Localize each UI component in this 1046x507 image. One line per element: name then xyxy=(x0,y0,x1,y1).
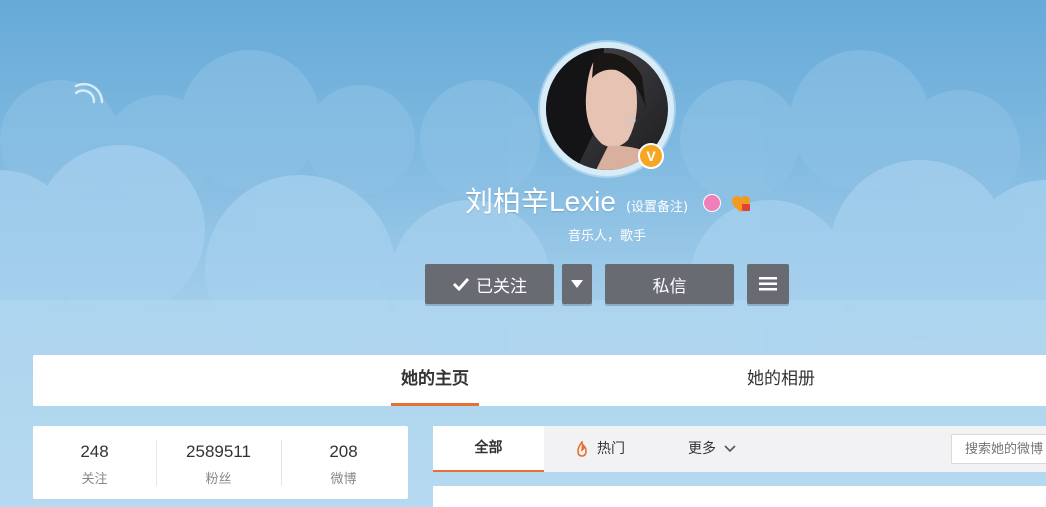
stat-value: 208 xyxy=(329,442,358,461)
hamburger-icon xyxy=(759,277,777,291)
caret-down-icon xyxy=(571,280,583,288)
set-remark-link[interactable]: (设置备注) xyxy=(626,196,688,215)
profile-stats: 248 关注 2589511 粉丝 208 微博 xyxy=(33,426,408,499)
profile-bio: 音乐人，歌手 xyxy=(567,229,646,244)
more-menu-button[interactable] xyxy=(747,264,789,304)
tab-more-label: 更多 xyxy=(688,441,716,457)
tab-more[interactable]: 更多 xyxy=(688,426,736,472)
tab-hot-label: 热门 xyxy=(597,441,625,457)
stat-value: 2589511 xyxy=(186,442,251,461)
stat-following[interactable]: 248 关注 xyxy=(33,426,156,499)
tab-home[interactable]: 她的主页 xyxy=(391,355,479,406)
following-button[interactable]: 已关注 xyxy=(425,264,554,304)
message-label: 私信 xyxy=(652,276,687,297)
follow-options-button[interactable] xyxy=(562,264,592,304)
tab-album[interactable]: 她的相册 xyxy=(733,355,829,406)
profile-header: 刘柏辛Lexie (设置备注) xyxy=(465,180,688,220)
check-icon xyxy=(452,277,470,291)
stat-label: 微博 xyxy=(330,472,357,487)
feed-card xyxy=(433,486,1046,507)
search-input[interactable] xyxy=(951,434,1046,464)
stat-label: 粉丝 xyxy=(205,472,232,487)
stat-label: 关注 xyxy=(81,472,108,487)
message-button[interactable]: 私信 xyxy=(605,264,734,304)
feed-filter-tabs: 全部 热门 更多 xyxy=(433,426,1046,472)
profile-bio-row: 音乐人，歌手 xyxy=(0,225,1046,244)
fan-badge-icon[interactable] xyxy=(730,195,752,213)
female-member-icon[interactable] xyxy=(703,194,721,212)
profile-tabs: 她的主页 她的相册 xyxy=(33,355,1046,406)
flame-icon xyxy=(577,441,587,457)
chevron-down-icon xyxy=(724,445,736,453)
signal-icon xyxy=(74,82,104,104)
verified-badge[interactable]: V xyxy=(638,143,664,169)
stat-posts[interactable]: 208 微博 xyxy=(282,426,405,499)
profile-name: 刘柏辛Lexie xyxy=(465,186,616,217)
stat-followers[interactable]: 2589511 粉丝 xyxy=(157,426,280,499)
tab-all[interactable]: 全部 xyxy=(433,426,544,472)
tab-hot[interactable]: 热门 xyxy=(575,426,625,472)
stat-value: 248 xyxy=(80,442,109,461)
following-label: 已关注 xyxy=(476,276,527,297)
